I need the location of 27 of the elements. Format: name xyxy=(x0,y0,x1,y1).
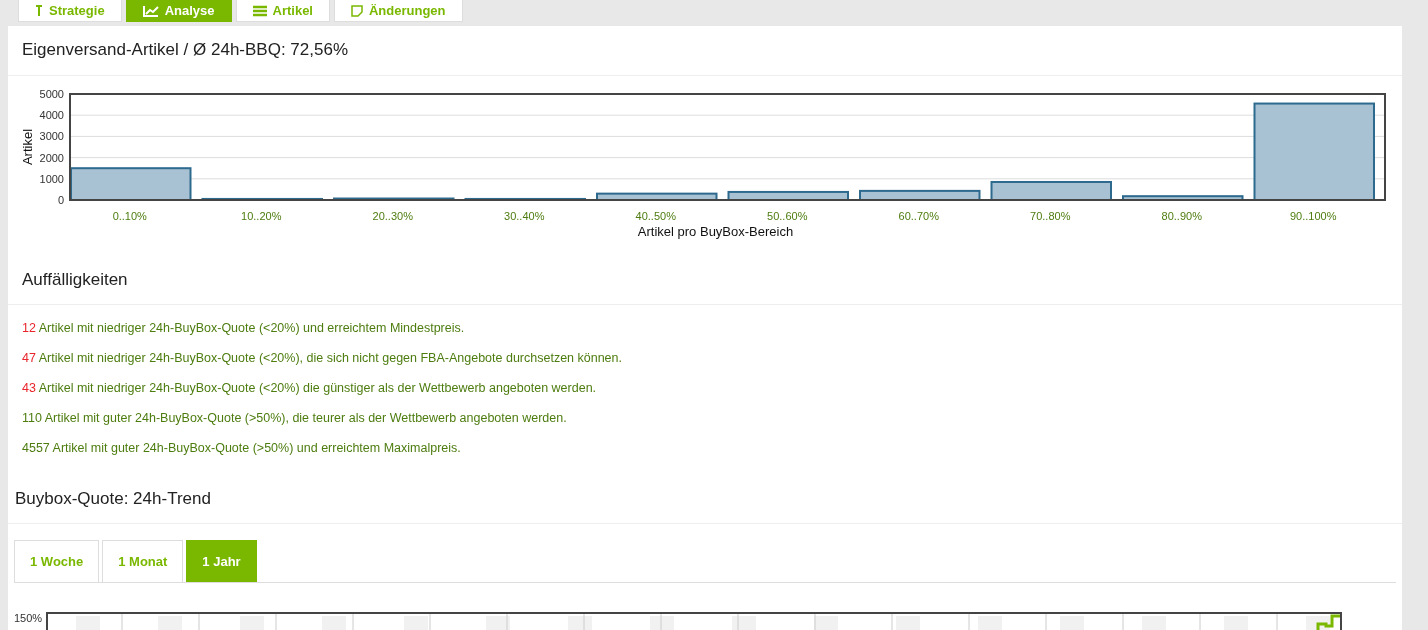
notice-text: 110 Artikel mit guter 24h-BuyBox-Quote (>50%), die teurer als der Wettbewerb angeboten werden. xyxy=(22,410,568,427)
category-label: 30..40% xyxy=(504,210,545,222)
axis-tick-label: 5000 xyxy=(39,88,64,100)
category-label: 60..70% xyxy=(898,210,939,222)
axis-tick-label: 4000 xyxy=(39,109,64,122)
axis-tick-label: 0 xyxy=(57,194,64,206)
axis-title: Artikel xyxy=(20,128,35,166)
section-title: Eigenversand-Artikel / Ø 24h-BBQ: 72,56% xyxy=(8,26,1402,76)
category-label: 70..80% xyxy=(1030,210,1071,222)
section-title: Buybox-Quote: 24h-Trend xyxy=(8,475,1402,524)
category-label: 10..20% xyxy=(241,210,282,222)
category-label: 80..90% xyxy=(1161,210,1202,222)
category-label: 50..60% xyxy=(767,210,808,222)
axis-tick-label: 1000 xyxy=(39,172,64,185)
notice-text: 43 Artikel mit niedriger 24h-BuyBox-Quote (<20%) die günstiger als der Wettbewerb angeboten werden. xyxy=(22,380,598,397)
category-label: 0..10% xyxy=(112,210,147,222)
category-label: 20..30% xyxy=(372,210,413,222)
notice-text: 12 Artikel mit niedriger 24h-BuyBox-Quote (<20%) und erreichtem Mindestpreis. xyxy=(22,320,466,337)
axis-tick-label: 2000 xyxy=(39,151,64,164)
notice-text: 4557 Artikel mit guter 24h-BuyBox-Quote (>50%) und erreichtem Maximalpreis. xyxy=(22,440,462,457)
notice-text: 47 Artikel mit niedriger 24h-BuyBox-Quote (<20%), die sich nicht gegen FBA-Angebote durchsetzen können. xyxy=(22,350,623,367)
axis-tick-label: 3000 xyxy=(39,130,64,143)
axis-title: Artikel pro BuyBox-Bereich xyxy=(637,224,794,239)
category-label: 90..100% xyxy=(1290,210,1337,222)
category-label: 40..50% xyxy=(635,210,676,222)
axis-tick-label: 150% xyxy=(14,612,43,624)
section-title: Auffälligkeiten xyxy=(8,256,1402,305)
